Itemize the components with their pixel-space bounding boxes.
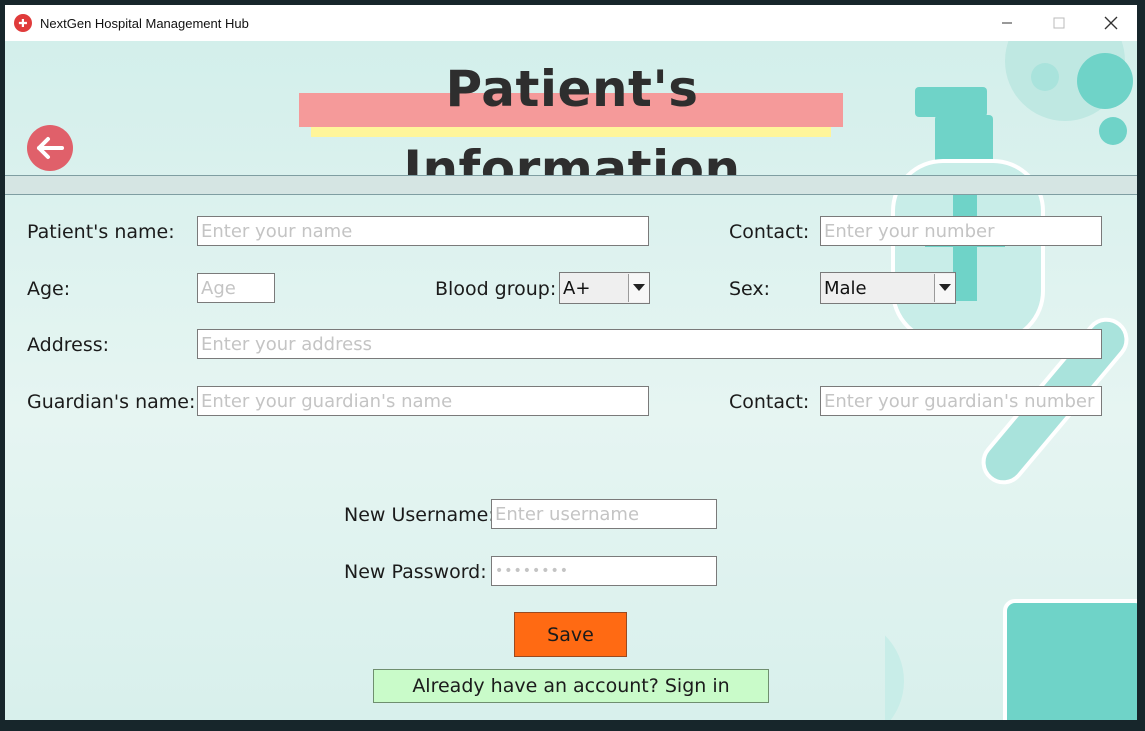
close-icon xyxy=(1104,16,1118,30)
hospital-app-icon: ✚ xyxy=(14,14,32,32)
blood-group-value: A+ xyxy=(563,277,591,299)
form-area: Patient's Information Patient's name: Co… xyxy=(5,41,1137,720)
address-label: Address: xyxy=(27,334,110,356)
minimize-icon xyxy=(1002,22,1012,24)
blood-group-label: Blood group: xyxy=(435,278,557,300)
minimize-button[interactable] xyxy=(981,5,1033,41)
blood-group-select[interactable]: A+ xyxy=(559,272,650,304)
age-input[interactable] xyxy=(197,273,275,303)
guardian-name-input[interactable] xyxy=(197,386,649,416)
guardian-contact-label: Contact: xyxy=(729,391,810,413)
password-label: New Password: xyxy=(344,561,487,583)
address-input[interactable] xyxy=(197,329,1102,359)
username-label: New Username: xyxy=(344,504,495,526)
sex-select[interactable]: Male xyxy=(820,272,956,304)
page-heading: Patient's Information xyxy=(299,49,845,198)
contact-input[interactable] xyxy=(820,216,1102,246)
medical-illustration xyxy=(885,41,1137,720)
chevron-down-icon[interactable] xyxy=(934,274,955,302)
guardian-name-label: Guardian's name: xyxy=(27,391,196,413)
maximize-button[interactable] xyxy=(1033,5,1085,41)
close-button[interactable] xyxy=(1085,5,1137,41)
username-input[interactable] xyxy=(491,499,717,529)
patient-name-label: Patient's name: xyxy=(27,221,175,243)
title-bar: ✚ NextGen Hospital Management Hub xyxy=(5,5,1137,41)
back-button[interactable] xyxy=(27,125,73,171)
header-separator xyxy=(5,175,1137,195)
back-arrow-icon xyxy=(37,137,64,159)
age-label: Age: xyxy=(27,278,71,300)
password-input[interactable] xyxy=(491,556,717,586)
window-controls xyxy=(981,5,1137,41)
sex-value: Male xyxy=(824,277,867,299)
window-title: NextGen Hospital Management Hub xyxy=(40,15,249,31)
contact-label: Contact: xyxy=(729,221,810,243)
save-button[interactable]: Save xyxy=(514,612,627,657)
app-window: ✚ NextGen Hospital Management Hub Patien… xyxy=(5,5,1137,720)
chevron-down-icon[interactable] xyxy=(628,274,649,302)
guardian-contact-input[interactable] xyxy=(820,386,1102,416)
sex-label: Sex: xyxy=(729,278,771,300)
sign-in-link-button[interactable]: Already have an account? Sign in xyxy=(373,669,769,703)
maximize-icon xyxy=(1053,17,1065,29)
patient-name-input[interactable] xyxy=(197,216,649,246)
